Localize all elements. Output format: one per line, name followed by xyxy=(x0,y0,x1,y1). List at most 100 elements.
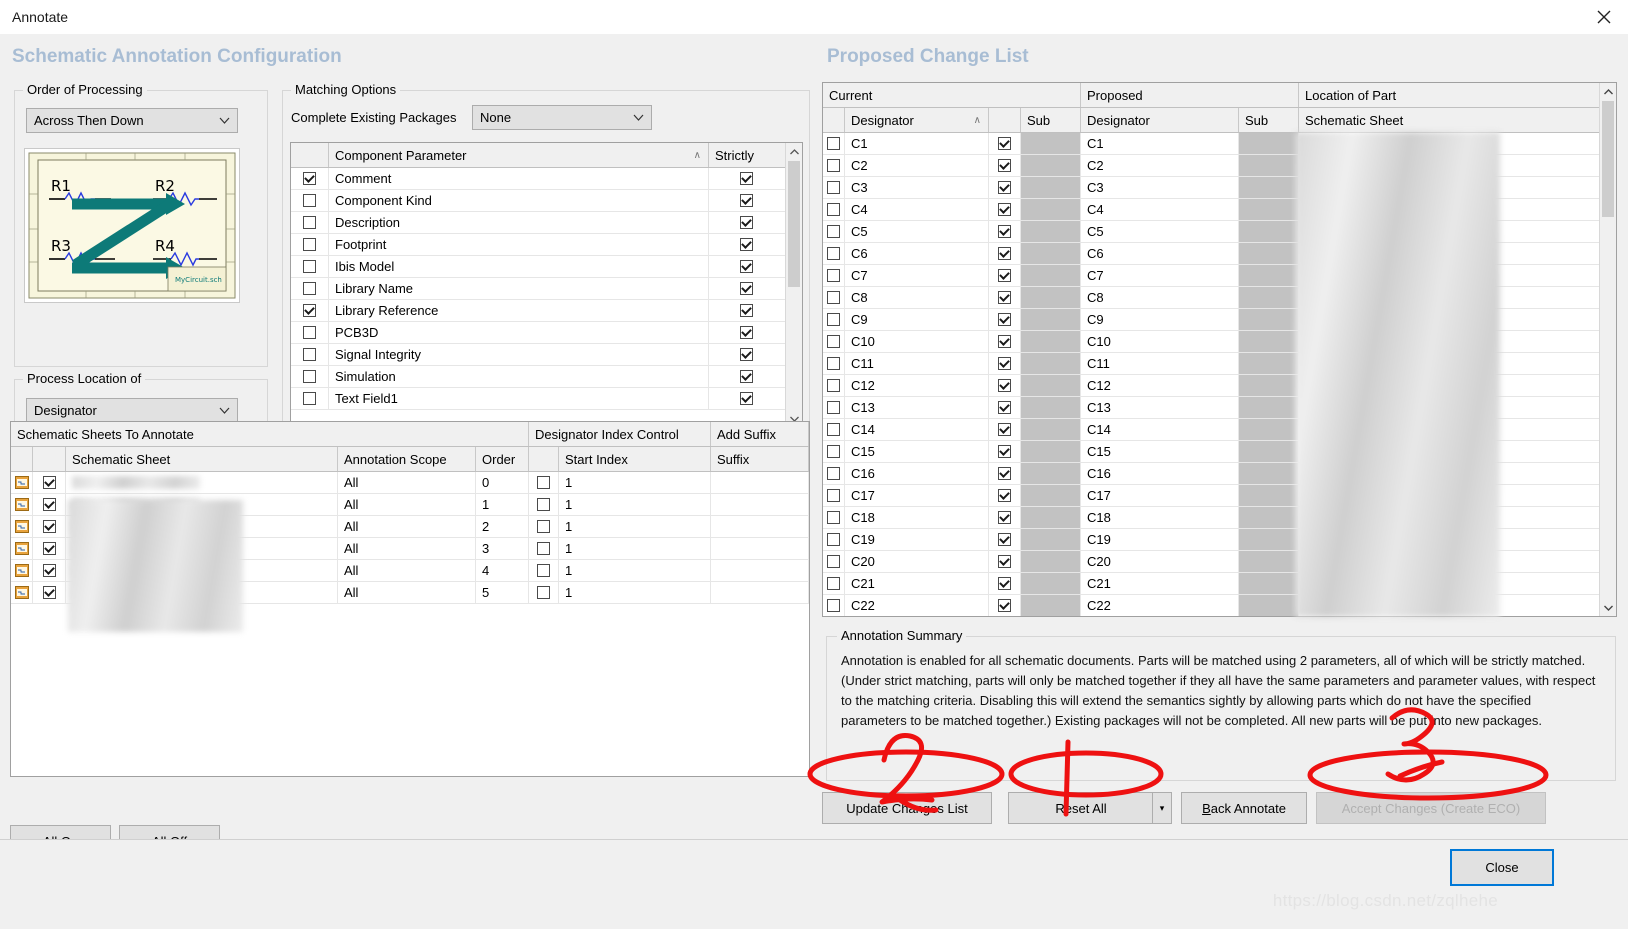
cell-enable[interactable] xyxy=(291,278,329,300)
parameter-enable-checkbox[interactable] xyxy=(303,282,316,295)
matching-parameter-row[interactable]: Component Kind xyxy=(291,190,802,212)
cell-select[interactable] xyxy=(823,595,845,616)
cell-accept[interactable] xyxy=(989,441,1021,463)
row-select-checkbox[interactable] xyxy=(827,533,840,546)
col-schematic-sheet[interactable]: Schematic Sheet xyxy=(66,447,338,471)
cell-order[interactable]: 5 xyxy=(476,582,529,604)
cell-select[interactable] xyxy=(823,551,845,573)
row-select-checkbox[interactable] xyxy=(827,599,840,612)
accept-row-checkbox[interactable] xyxy=(998,335,1011,348)
cell-accept[interactable] xyxy=(989,287,1021,309)
cell-sheet-enable[interactable] xyxy=(33,582,66,604)
accept-row-checkbox[interactable] xyxy=(998,445,1011,458)
scroll-up-icon[interactable] xyxy=(1600,83,1616,100)
row-select-checkbox[interactable] xyxy=(827,203,840,216)
matching-parameter-row[interactable]: Library Reference xyxy=(291,300,802,322)
cell-scope[interactable]: All xyxy=(338,472,476,494)
cell-select[interactable] xyxy=(823,331,845,353)
cell-select[interactable] xyxy=(823,243,845,265)
parameter-enable-checkbox[interactable] xyxy=(303,260,316,273)
matching-parameter-row[interactable]: Ibis Model xyxy=(291,256,802,278)
accept-row-checkbox[interactable] xyxy=(998,269,1011,282)
row-select-checkbox[interactable] xyxy=(827,489,840,502)
strictly-checkbox[interactable] xyxy=(740,238,753,251)
col-current-sub[interactable]: Sub xyxy=(1021,108,1081,132)
cell-suffix[interactable] xyxy=(711,516,809,538)
accept-row-checkbox[interactable] xyxy=(998,247,1011,260)
cell-order[interactable]: 4 xyxy=(476,560,529,582)
cell-suffix[interactable] xyxy=(711,582,809,604)
cell-enable[interactable] xyxy=(291,388,329,410)
matching-parameter-row[interactable]: PCB3D xyxy=(291,322,802,344)
accept-row-checkbox[interactable] xyxy=(998,137,1011,150)
accept-row-checkbox[interactable] xyxy=(998,181,1011,194)
matching-parameter-row[interactable]: Signal Integrity xyxy=(291,344,802,366)
accept-row-checkbox[interactable] xyxy=(998,225,1011,238)
index-enable-checkbox[interactable] xyxy=(537,520,550,533)
cell-select[interactable] xyxy=(823,133,845,155)
cell-enable[interactable] xyxy=(291,234,329,256)
cell-select[interactable] xyxy=(823,177,845,199)
matching-grid-scrollbar[interactable] xyxy=(785,143,802,427)
cell-start-index[interactable]: 1 xyxy=(559,472,711,494)
strictly-checkbox[interactable] xyxy=(740,348,753,361)
parameter-enable-checkbox[interactable] xyxy=(303,172,316,185)
reset-all-dropdown-button[interactable]: ▾ xyxy=(1152,792,1172,824)
col-component-parameter[interactable]: Component Parameter ∧ xyxy=(329,143,709,167)
row-select-checkbox[interactable] xyxy=(827,423,840,436)
cell-suffix[interactable] xyxy=(711,538,809,560)
index-enable-checkbox[interactable] xyxy=(537,564,550,577)
cell-select[interactable] xyxy=(823,507,845,529)
cell-select[interactable] xyxy=(823,573,845,595)
accept-row-checkbox[interactable] xyxy=(998,555,1011,568)
row-select-checkbox[interactable] xyxy=(827,137,840,150)
cell-select[interactable] xyxy=(823,199,845,221)
matching-parameter-row[interactable]: Footprint xyxy=(291,234,802,256)
cell-accept[interactable] xyxy=(989,529,1021,551)
process-location-of-combo[interactable]: Designator xyxy=(26,398,238,423)
col-start-index[interactable]: Start Index xyxy=(559,447,711,471)
cell-suffix[interactable] xyxy=(711,494,809,516)
cell-accept[interactable] xyxy=(989,221,1021,243)
row-select-checkbox[interactable] xyxy=(827,291,840,304)
matching-parameter-row[interactable]: Description xyxy=(291,212,802,234)
col-proposed-sub[interactable]: Sub xyxy=(1239,108,1299,132)
strictly-checkbox[interactable] xyxy=(740,260,753,273)
cell-start-index[interactable]: 1 xyxy=(559,538,711,560)
matching-parameter-row[interactable]: Library Name xyxy=(291,278,802,300)
scroll-up-icon[interactable] xyxy=(786,143,802,160)
cell-select[interactable] xyxy=(823,155,845,177)
strictly-checkbox[interactable] xyxy=(740,194,753,207)
strictly-checkbox[interactable] xyxy=(740,216,753,229)
cell-select[interactable] xyxy=(823,485,845,507)
parameter-enable-checkbox[interactable] xyxy=(303,194,316,207)
cell-accept[interactable] xyxy=(989,573,1021,595)
cell-select[interactable] xyxy=(823,529,845,551)
strictly-checkbox[interactable] xyxy=(740,370,753,383)
cell-select[interactable] xyxy=(823,353,845,375)
sheet-enable-checkbox[interactable] xyxy=(42,498,56,511)
strictly-checkbox[interactable] xyxy=(740,392,753,405)
cell-accept[interactable] xyxy=(989,265,1021,287)
cell-sheet-enable[interactable] xyxy=(33,560,66,582)
cell-accept[interactable] xyxy=(989,331,1021,353)
cell-start-index[interactable]: 1 xyxy=(559,494,711,516)
cell-accept[interactable] xyxy=(989,419,1021,441)
sheet-enable-checkbox[interactable] xyxy=(42,586,56,599)
matching-parameter-row[interactable]: Comment xyxy=(291,168,802,190)
cell-select[interactable] xyxy=(823,221,845,243)
matching-parameter-row[interactable]: Text Field1 xyxy=(291,388,802,410)
cell-enable[interactable] xyxy=(291,190,329,212)
parameter-enable-checkbox[interactable] xyxy=(303,304,316,317)
row-select-checkbox[interactable] xyxy=(827,269,840,282)
cell-accept[interactable] xyxy=(989,243,1021,265)
cell-index-enable[interactable] xyxy=(529,516,559,538)
accept-row-checkbox[interactable] xyxy=(998,599,1011,612)
cell-index-enable[interactable] xyxy=(529,582,559,604)
index-enable-checkbox[interactable] xyxy=(537,476,550,489)
cell-select[interactable] xyxy=(823,375,845,397)
row-select-checkbox[interactable] xyxy=(827,401,840,414)
cell-enable[interactable] xyxy=(291,212,329,234)
col-annotation-scope[interactable]: Annotation Scope xyxy=(338,447,476,471)
cell-sheet-enable[interactable] xyxy=(33,516,66,538)
